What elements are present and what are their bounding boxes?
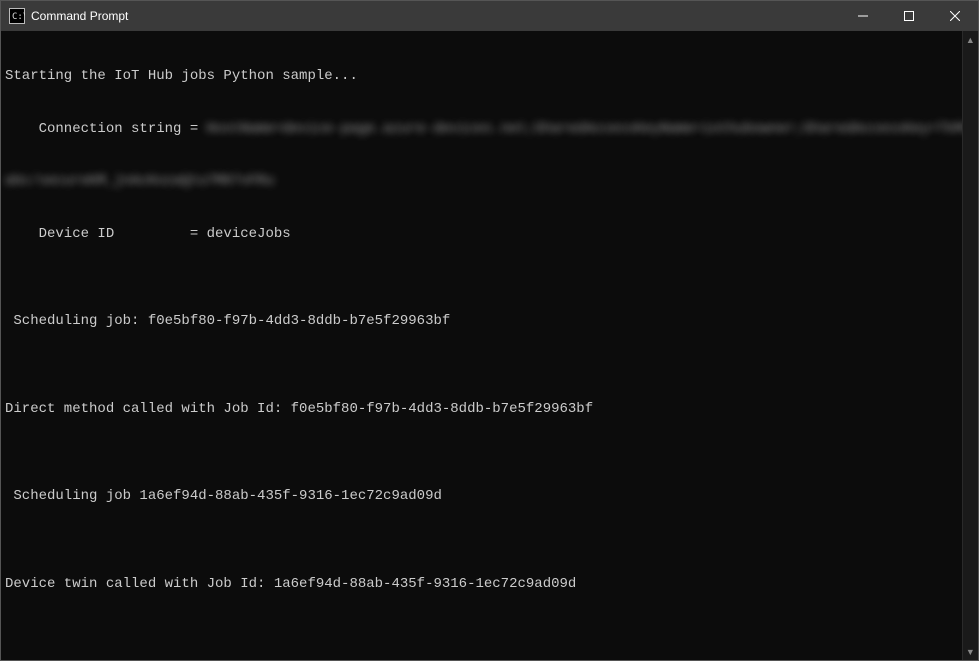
command-prompt-icon: C:\ xyxy=(9,8,25,24)
output-line: abc/secureKM_jnAcKozaQtu7M87vFRu xyxy=(5,173,962,191)
client-area: Starting the IoT Hub jobs Python sample.… xyxy=(1,31,978,660)
output-line: Device ID = deviceJobs xyxy=(5,226,962,244)
output-line: Direct method called with Job Id: f0e5bf… xyxy=(5,401,962,419)
scroll-down-icon[interactable]: ▼ xyxy=(963,643,978,660)
command-prompt-window: C:\ Command Prompt Starting the IoT Hub … xyxy=(0,0,979,661)
output-line: Starting the IoT Hub jobs Python sample.… xyxy=(5,68,962,86)
minimize-button[interactable] xyxy=(840,1,886,31)
titlebar[interactable]: C:\ Command Prompt xyxy=(1,1,978,31)
redacted-text: HostName=device-page.azure-devices.net;S… xyxy=(207,121,962,137)
redacted-text: abc/secureKM_jnAcKozaQtu7M87vFRu xyxy=(5,173,274,189)
output-line: Scheduling job 1a6ef94d-88ab-435f-9316-1… xyxy=(5,488,962,506)
close-button[interactable] xyxy=(932,1,978,31)
maximize-button[interactable] xyxy=(886,1,932,31)
svg-text:C:\: C:\ xyxy=(12,12,25,22)
terminal-output[interactable]: Starting the IoT Hub jobs Python sample.… xyxy=(1,31,962,660)
scrollbar-track[interactable] xyxy=(963,48,978,643)
output-line: Connection string = HostName=device-page… xyxy=(5,121,962,139)
scroll-up-icon[interactable]: ▲ xyxy=(963,31,978,48)
output-line: Scheduling job: f0e5bf80-f97b-4dd3-8ddb-… xyxy=(5,313,962,331)
vertical-scrollbar[interactable]: ▲ ▼ xyxy=(962,31,978,660)
output-line: Device twin called with Job Id: 1a6ef94d… xyxy=(5,576,962,594)
window-title: Command Prompt xyxy=(31,9,128,23)
